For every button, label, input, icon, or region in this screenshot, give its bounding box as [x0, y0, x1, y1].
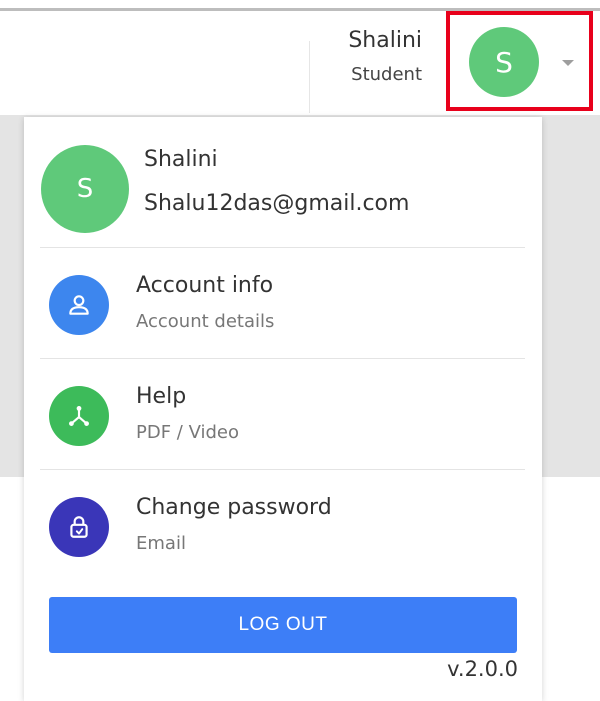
header-user-role: Student: [351, 64, 422, 85]
menu-item-subtitle: Account details: [136, 311, 275, 332]
share-nodes-icon: [49, 386, 109, 446]
lock-icon: [49, 497, 109, 557]
dropdown-user-email: Shalu12das@gmail.com: [144, 191, 410, 216]
menu-item-account-info[interactable]: Account info Account details: [24, 247, 542, 357]
menu-item-title: Account info: [136, 273, 274, 298]
menu-item-change-password[interactable]: Change password Email: [24, 469, 542, 579]
logout-button[interactable]: LOG OUT: [49, 597, 517, 653]
menu-item-title: Help: [136, 384, 187, 409]
dropdown-user-name: Shalini: [144, 147, 218, 172]
user-icon: [49, 275, 109, 335]
header-divider: [309, 41, 310, 113]
header-user-name: Shalini: [348, 28, 422, 53]
menu-item-help[interactable]: Help PDF / Video: [24, 358, 542, 468]
menu-item-title: Change password: [136, 495, 332, 520]
menu-item-subtitle: Email: [136, 533, 186, 554]
menu-item-subtitle: PDF / Video: [136, 422, 240, 443]
user-dropdown-menu: S Shalini Shalu12das@gmail.com Account i…: [24, 117, 542, 701]
app-version: v.2.0.0: [447, 657, 518, 681]
page: Shalini Student S S Shalini Shalu12das@g…: [0, 0, 600, 701]
highlight-box: [446, 11, 593, 111]
dropdown-avatar: S: [41, 145, 129, 233]
